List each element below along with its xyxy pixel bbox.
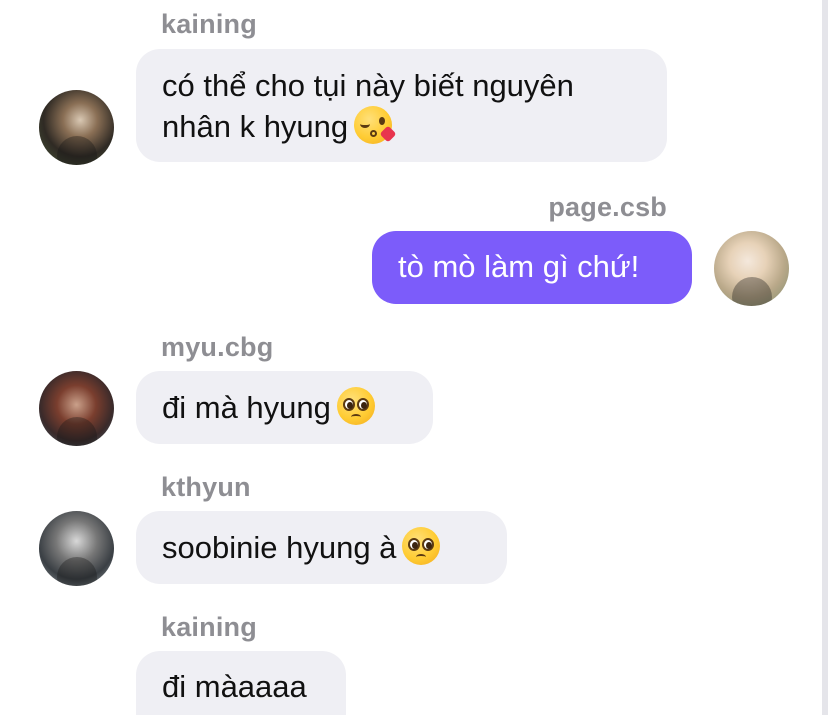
pleading-face-emoji-icon [336, 387, 375, 425]
message-bubble[interactable]: tò mò làm gì chứ! [372, 231, 692, 304]
kissing-heart-emoji-icon [354, 106, 397, 144]
scrollbar[interactable] [822, 0, 828, 715]
sender-name: kaining [161, 612, 257, 642]
avatar[interactable] [39, 371, 114, 446]
message-text: tò mò làm gì chứ! [398, 249, 640, 284]
message-text: đi màaaaa [162, 669, 307, 704]
message-bubble[interactable]: đi màaaaa [136, 651, 346, 715]
avatar[interactable] [39, 90, 114, 165]
sender-name: kaining [161, 9, 257, 39]
message-bubble[interactable]: có thể cho tụi này biết nguyên nhân k hy… [136, 49, 667, 162]
message-bubble[interactable]: soobinie hyung à [136, 511, 507, 584]
sender-name: myu.cbg [161, 332, 274, 362]
message-text-line: nhân k hyung [162, 106, 641, 147]
message-text: soobinie hyung à [162, 530, 397, 565]
message-text: đi mà hyung [162, 390, 331, 425]
message-bubble[interactable]: đi mà hyung [136, 371, 433, 444]
message-text-line: có thể cho tụi này biết nguyên [162, 68, 574, 103]
pleading-face-emoji-icon [402, 527, 441, 565]
avatar[interactable] [39, 511, 114, 586]
sender-name: page.csb [548, 192, 667, 222]
avatar[interactable] [714, 231, 789, 306]
sender-name: kthyun [161, 472, 251, 502]
